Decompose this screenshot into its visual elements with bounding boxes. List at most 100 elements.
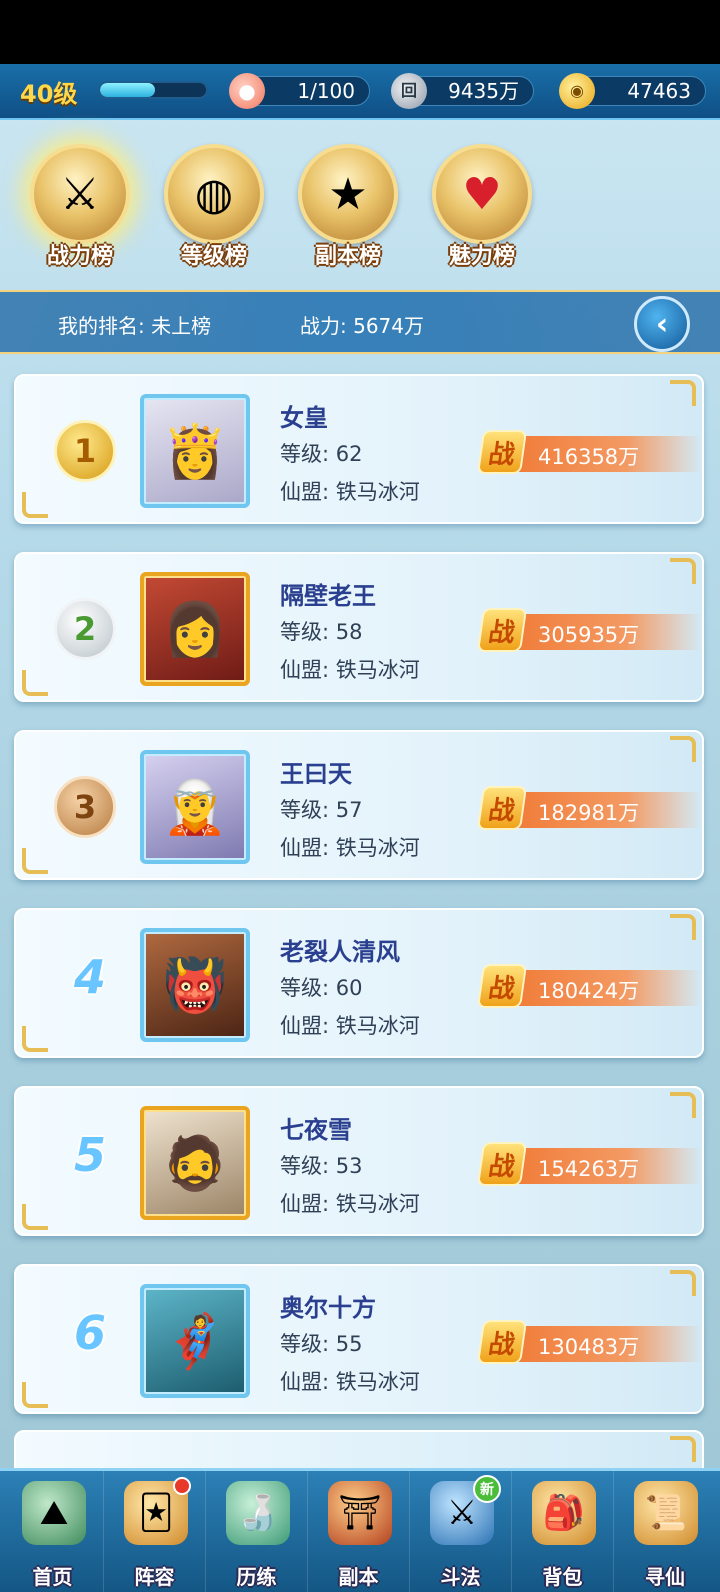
silver-rank-medal-icon: 2 <box>54 598 116 660</box>
nav-label: 背包 <box>542 1565 583 1589</box>
nav-dungeon[interactable]: ⛩ 副本 <box>308 1471 410 1592</box>
player-guild: 仙盟: 铁马冰河 <box>280 480 420 504</box>
nav-bag[interactable]: 🎒 背包 <box>512 1471 614 1592</box>
battle-power-icon: 战 <box>476 964 528 1008</box>
training-icon: 🍶 <box>226 1481 290 1545</box>
heart-medal-icon: ♥ <box>432 144 532 244</box>
nav-training[interactable]: 🍶 历练 <box>206 1471 308 1592</box>
player-level-text: 等级: 55 <box>280 1332 363 1356</box>
power-value: 180424万 <box>538 979 640 1003</box>
nav-home[interactable]: ⛰ 首页 <box>2 1471 104 1592</box>
corner-ornament <box>22 1382 48 1408</box>
tab-level[interactable]: ◍ 等级榜 <box>152 140 276 270</box>
corner-ornament <box>22 1204 48 1230</box>
power-bar: 战 305935万 <box>476 608 702 652</box>
player-level-text: 等级: 53 <box>280 1154 363 1178</box>
gold-counter[interactable]: ◉ 47463 <box>559 73 706 109</box>
xp-bar-fill <box>100 83 156 97</box>
player-guild: 仙盟: 铁马冰河 <box>280 658 420 682</box>
player-avatar[interactable]: 🧝 <box>140 750 250 864</box>
gold-rank-medal-icon: 1 <box>54 420 116 482</box>
gold-value: 47463 <box>627 79 691 103</box>
corner-ornament <box>22 492 48 518</box>
rank-number: 5 <box>73 1128 106 1182</box>
ranking-row[interactable]: 6 🦸 奥尔十方 等级: 55 仙盟: 铁马冰河 战 130483万 <box>14 1264 704 1414</box>
player-level-text: 等级: 57 <box>280 798 363 822</box>
power-value: 416358万 <box>538 445 640 469</box>
bag-icon: 🎒 <box>532 1481 596 1545</box>
bottom-nav: ⛰ 首页 🃏 阵容 🍶 历练 ⛩ 副本 ⚔ 新 斗法 🎒 背包 📜 寻仙 <box>0 1468 720 1592</box>
corner-ornament <box>670 736 696 762</box>
nav-label: 斗法 <box>440 1565 481 1589</box>
power-value: 154263万 <box>538 1157 640 1181</box>
tab-label: 战力榜 <box>46 244 113 269</box>
player-avatar[interactable]: 👸 <box>140 394 250 508</box>
player-avatar[interactable]: 🦸 <box>140 1284 250 1398</box>
player-name: 隔壁老王 <box>280 582 376 610</box>
power-value: 305935万 <box>538 623 640 647</box>
silver-value: 9435万 <box>448 79 519 103</box>
ranking-row[interactable]: 3 🧝 王曰天 等级: 57 仙盟: 铁马冰河 战 182981万 <box>14 730 704 880</box>
tab-dungeon[interactable]: ★ 副本榜 <box>286 140 410 270</box>
player-guild: 仙盟: 铁马冰河 <box>280 1370 420 1394</box>
battle-power-icon: 战 <box>476 1142 528 1186</box>
my-power-text: 战力: 5674万 <box>300 314 424 338</box>
ranking-row[interactable]: 1 👸 女皇 等级: 62 仙盟: 铁马冰河 战 416358万 <box>14 374 704 524</box>
rank-number: 6 <box>73 1306 106 1360</box>
home-icon: ⛰ <box>22 1481 86 1545</box>
player-avatar[interactable]: 👩 <box>140 572 250 686</box>
bronze-rank-medal-icon: 3 <box>54 776 116 838</box>
corner-ornament <box>670 914 696 940</box>
stamina-counter[interactable]: ● 1/100 <box>229 73 370 109</box>
drum-medal-icon: ◍ <box>164 144 264 244</box>
corner-ornament <box>22 1026 48 1052</box>
nav-battle[interactable]: ⚔ 新 斗法 <box>410 1471 512 1592</box>
player-guild: 仙盟: 铁马冰河 <box>280 1014 420 1038</box>
player-name: 女皇 <box>280 404 328 432</box>
player-level-text: 等级: 62 <box>280 442 363 466</box>
power-bar: 战 154263万 <box>476 1142 702 1186</box>
power-bar: 战 180424万 <box>476 964 702 1008</box>
player-avatar[interactable]: 👹 <box>140 928 250 1042</box>
ranking-row[interactable]: 4 👹 老裂人清风 等级: 60 仙盟: 铁马冰河 战 180424万 <box>14 908 704 1058</box>
tab-charm[interactable]: ♥ 魅力榜 <box>420 140 544 270</box>
tab-power[interactable]: ⚔ 战力榜 <box>18 140 142 270</box>
nav-lineup[interactable]: 🃏 阵容 <box>104 1471 206 1592</box>
silver-counter[interactable]: 回 9435万 <box>391 73 534 109</box>
sword-medal-icon: ⚔ <box>30 144 130 244</box>
power-value: 130483万 <box>538 1335 640 1359</box>
nav-label: 阵容 <box>134 1565 175 1589</box>
player-name: 奥尔十方 <box>280 1294 376 1322</box>
battle-power-icon: 战 <box>476 430 528 474</box>
nav-label: 副本 <box>338 1565 379 1589</box>
rank-number: 4 <box>73 950 106 1004</box>
ranking-row[interactable]: 5 🧔 七夜雪 等级: 53 仙盟: 铁马冰河 战 154263万 <box>14 1086 704 1236</box>
peach-icon: ● <box>229 73 265 109</box>
tab-label: 等级榜 <box>180 244 247 269</box>
battle-power-icon: 战 <box>476 1320 528 1364</box>
ranking-row[interactable]: 2 👩 隔壁老王 等级: 58 仙盟: 铁马冰河 战 305935万 <box>14 552 704 702</box>
corner-ornament <box>670 1436 696 1462</box>
stamina-value: 1/100 <box>297 79 355 103</box>
coin-icon: 回 <box>391 73 427 109</box>
power-bar: 战 182981万 <box>476 786 702 830</box>
player-name: 七夜雪 <box>280 1116 352 1144</box>
power-bar: 战 130483万 <box>476 1320 702 1364</box>
corner-ornament <box>22 670 48 696</box>
nav-label: 寻仙 <box>645 1565 685 1589</box>
ingot-icon: ◉ <box>559 73 595 109</box>
status-bar <box>0 0 720 64</box>
back-arrow-icon: ‹ <box>655 306 669 342</box>
tab-label: 副本榜 <box>314 244 381 269</box>
player-level-text: 等级: 58 <box>280 620 363 644</box>
player-avatar[interactable]: 🧔 <box>140 1106 250 1220</box>
player-level-text: 等级: 60 <box>280 976 363 1000</box>
player-guild: 仙盟: 铁马冰河 <box>280 1192 420 1216</box>
tab-label: 魅力榜 <box>448 244 515 269</box>
corner-ornament <box>670 1270 696 1296</box>
back-button[interactable]: ‹ <box>634 296 690 352</box>
scroll-icon: 📜 <box>634 1481 698 1545</box>
notification-dot <box>173 1477 191 1495</box>
power-bar: 战 416358万 <box>476 430 702 474</box>
nav-seek-immortal[interactable]: 📜 寻仙 <box>614 1471 716 1592</box>
